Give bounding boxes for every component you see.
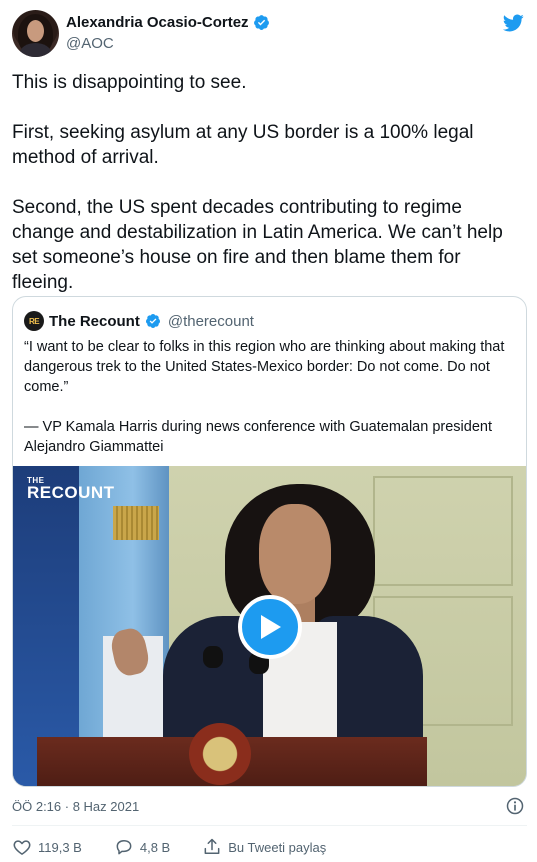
- share-label: Bu Tweeti paylaş: [228, 839, 327, 855]
- quoted-avatar: RE: [24, 311, 44, 331]
- action-bar: 119,3 B 4,8 B Bu Tweeti paylaş: [12, 836, 527, 858]
- tweet-paragraph: This is disappointing to see.: [12, 72, 247, 93]
- quoted-paragraph: — VP Kamala Harris during news conferenc…: [24, 419, 492, 455]
- podium-seal: [189, 723, 251, 785]
- tweet-timestamp[interactable]: ÖÖ 2:16 · 8 Haz 2021: [12, 799, 139, 814]
- reply-count: 4,8 B: [139, 839, 171, 855]
- tweet-paragraph: Second, the US spent decades contributin…: [12, 197, 503, 293]
- play-button[interactable]: [238, 595, 302, 659]
- share-icon: [204, 838, 220, 854]
- tweet-body: This is disappointing to see. First, see…: [12, 70, 527, 320]
- quoted-tweet-header: RE The Recount @therecount: [24, 311, 254, 331]
- quoted-author-handle: @therecount: [167, 312, 254, 330]
- twitter-bird-icon[interactable]: [501, 12, 525, 34]
- author-name[interactable]: Alexandria Ocasio-Cortez: [66, 14, 249, 31]
- quoted-tweet[interactable]: RE The Recount @therecount “I want to be…: [12, 296, 527, 787]
- share-button[interactable]: Bu Tweeti paylaş: [202, 837, 326, 857]
- quoted-paragraph: “I want to be clear to folks in this reg…: [24, 339, 505, 395]
- quoted-author-name: The Recount: [49, 312, 140, 330]
- tweet-meta: ÖÖ 2:16 · 8 Haz 2021: [12, 796, 527, 818]
- author-block[interactable]: Alexandria Ocasio-Cortez @AOC: [66, 14, 270, 52]
- verified-badge-icon: [253, 15, 269, 30]
- reply-button[interactable]: 4,8 B: [114, 837, 170, 857]
- info-icon[interactable]: [505, 796, 525, 816]
- play-icon: [261, 615, 281, 639]
- divider: [12, 825, 527, 826]
- video-watermark: THE RECOUNT: [27, 476, 115, 502]
- heart-icon: [13, 840, 31, 855]
- verified-badge-icon: [145, 314, 160, 328]
- tweet-paragraph: First, seeking asylum at any US border i…: [12, 122, 474, 168]
- like-button[interactable]: 119,3 B: [12, 837, 82, 857]
- quoted-tweet-body: “I want to be clear to folks in this reg…: [24, 337, 519, 477]
- avatar[interactable]: [12, 10, 59, 57]
- reply-bubble-icon: [116, 840, 132, 855]
- video-player[interactable]: THE RECOUNT: [13, 466, 526, 786]
- author-handle[interactable]: @AOC: [66, 35, 270, 52]
- like-count: 119,3 B: [38, 839, 82, 855]
- tweet-header: Alexandria Ocasio-Cortez @AOC: [12, 10, 527, 58]
